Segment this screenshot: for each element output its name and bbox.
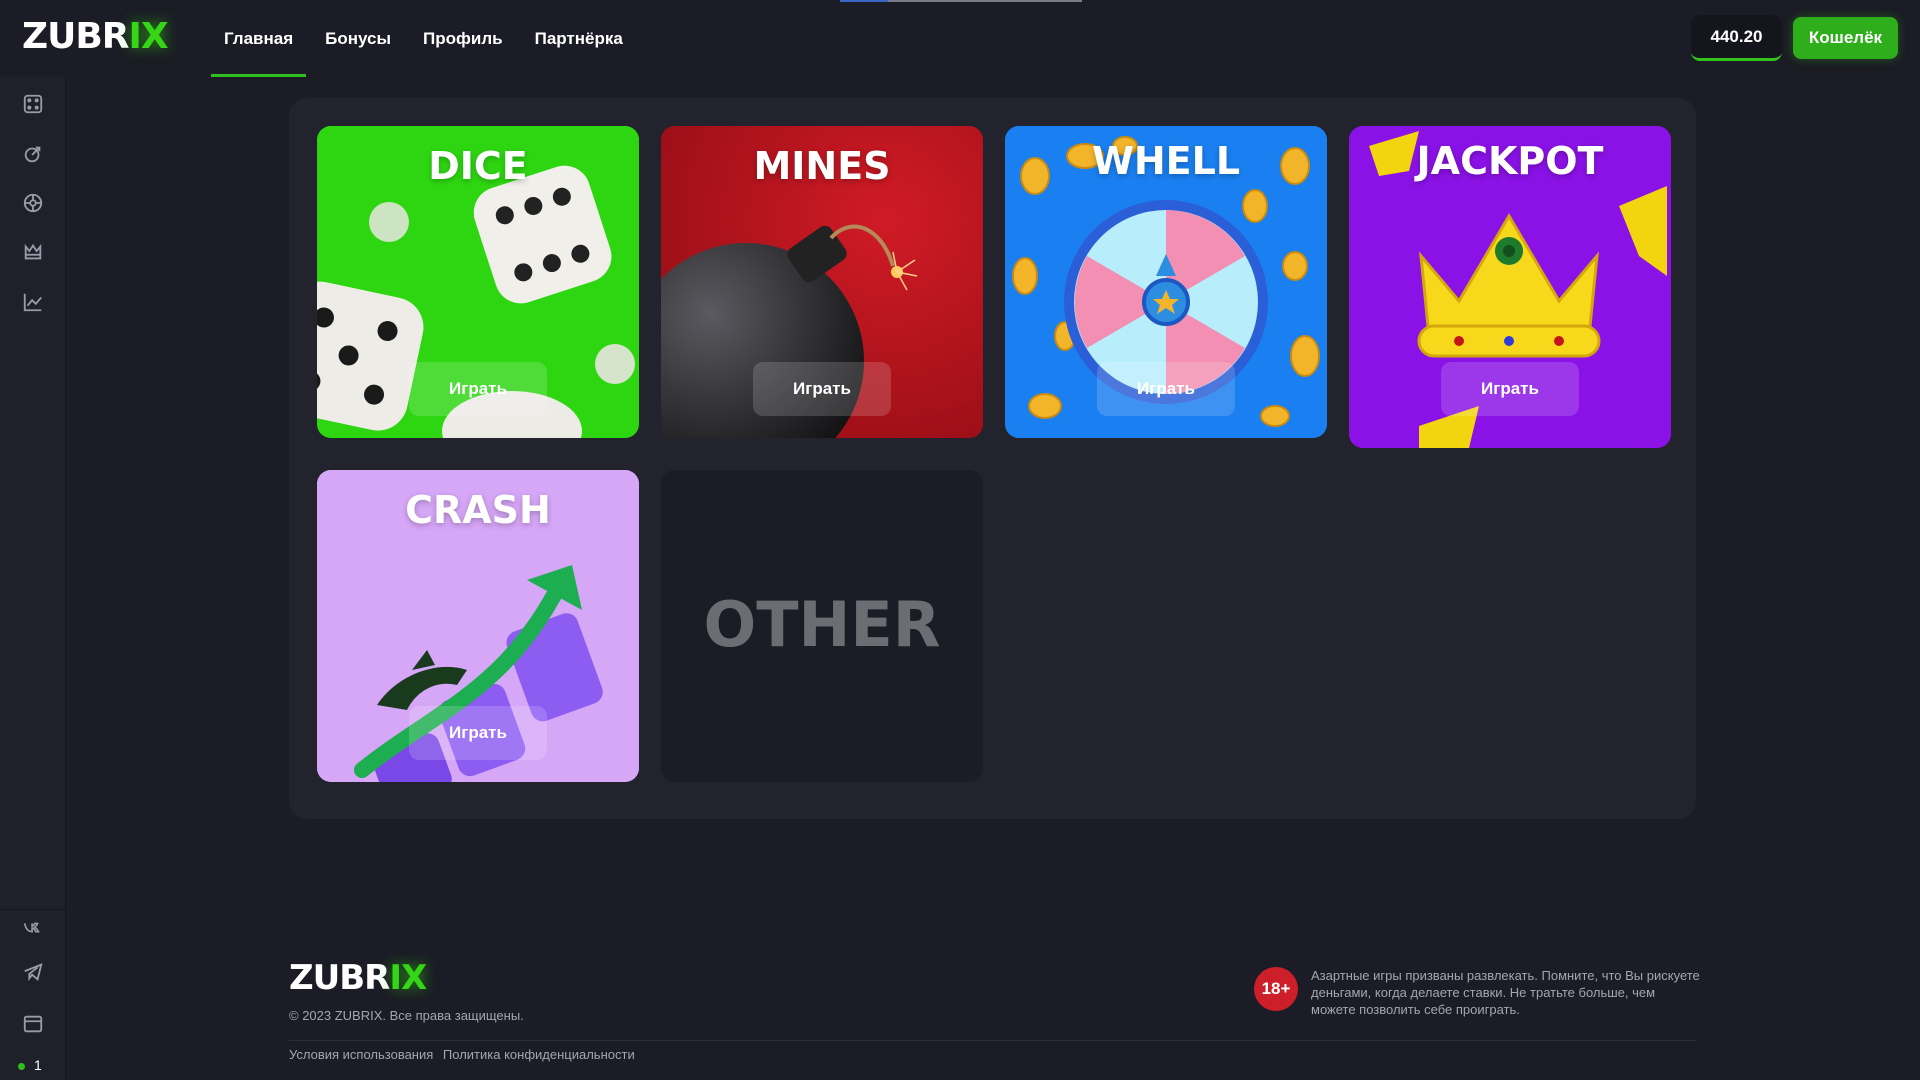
dice-icon[interactable] bbox=[20, 91, 46, 117]
gambling-warning: Азартные игры призваны развлекать. Помни… bbox=[1311, 968, 1700, 1017]
game-card-crash[interactable]: CRASH Играть bbox=[317, 470, 639, 782]
game-title: JACKPOT bbox=[1416, 139, 1604, 183]
balance-display[interactable]: 440.20 bbox=[1691, 15, 1782, 61]
game-card-jackpot[interactable]: JACKPOT Играть bbox=[1349, 126, 1671, 448]
vk-icon[interactable] bbox=[20, 915, 46, 941]
game-title: MINES bbox=[753, 144, 891, 188]
age-badge: 18+ bbox=[1254, 967, 1298, 1011]
game-title: OTHER bbox=[703, 588, 941, 661]
loading-bar bbox=[840, 0, 1082, 2]
sidebar: 1 bbox=[0, 77, 66, 1080]
game-title: DICE bbox=[428, 144, 528, 188]
wheel-icon[interactable] bbox=[20, 190, 46, 216]
copyright-text: © 2023 ZUBRIX. Все права защищены. bbox=[289, 1008, 524, 1023]
game-title: WHELL bbox=[1091, 139, 1241, 183]
crown-icon[interactable] bbox=[20, 239, 46, 265]
play-button[interactable]: Играть bbox=[753, 362, 891, 416]
window-icon[interactable] bbox=[20, 1011, 46, 1037]
nav-item-bonuses[interactable]: Бонусы bbox=[312, 0, 404, 77]
logo[interactable]: ZUBRIX bbox=[22, 16, 169, 57]
game-card-wheel[interactable]: WHELL Играть bbox=[1005, 126, 1327, 438]
terms-link[interactable]: Условия использования bbox=[289, 1047, 433, 1062]
play-button[interactable]: Играть bbox=[409, 362, 547, 416]
wallet-button[interactable]: Кошелёк bbox=[1793, 17, 1898, 59]
telegram-icon[interactable] bbox=[20, 959, 46, 985]
footer-links: Условия использования Политика конфиденц… bbox=[289, 1047, 641, 1062]
footer-divider bbox=[289, 1040, 1697, 1041]
main-nav: Главная Бонусы Профиль Партнёрка bbox=[211, 0, 642, 77]
chart-icon[interactable] bbox=[20, 289, 46, 315]
play-button[interactable]: Играть bbox=[1441, 362, 1579, 416]
spin-icon[interactable] bbox=[20, 141, 46, 167]
privacy-link[interactable]: Политика конфиденциальности bbox=[443, 1047, 635, 1062]
play-button[interactable]: Играть bbox=[1097, 362, 1235, 416]
nav-item-partner[interactable]: Партнёрка bbox=[522, 0, 636, 77]
game-card-other[interactable]: OTHER bbox=[661, 470, 983, 782]
play-button[interactable]: Играть bbox=[409, 706, 547, 760]
game-title: CRASH bbox=[405, 488, 551, 532]
sidebar-divider bbox=[0, 909, 66, 910]
footer-logo[interactable]: ZUBRIX bbox=[289, 958, 427, 998]
games-panel: DICE Играть MINES Играть WHELL Играть JA… bbox=[289, 98, 1696, 819]
game-card-mines[interactable]: MINES Играть bbox=[661, 126, 983, 438]
online-indicator: 1 bbox=[18, 1057, 42, 1073]
game-card-dice[interactable]: DICE Играть bbox=[317, 126, 639, 438]
nav-item-profile[interactable]: Профиль bbox=[410, 0, 516, 77]
top-header: ZUBRIX Главная Бонусы Профиль Партнёрка … bbox=[0, 0, 1920, 77]
nav-item-home[interactable]: Главная bbox=[211, 0, 307, 77]
